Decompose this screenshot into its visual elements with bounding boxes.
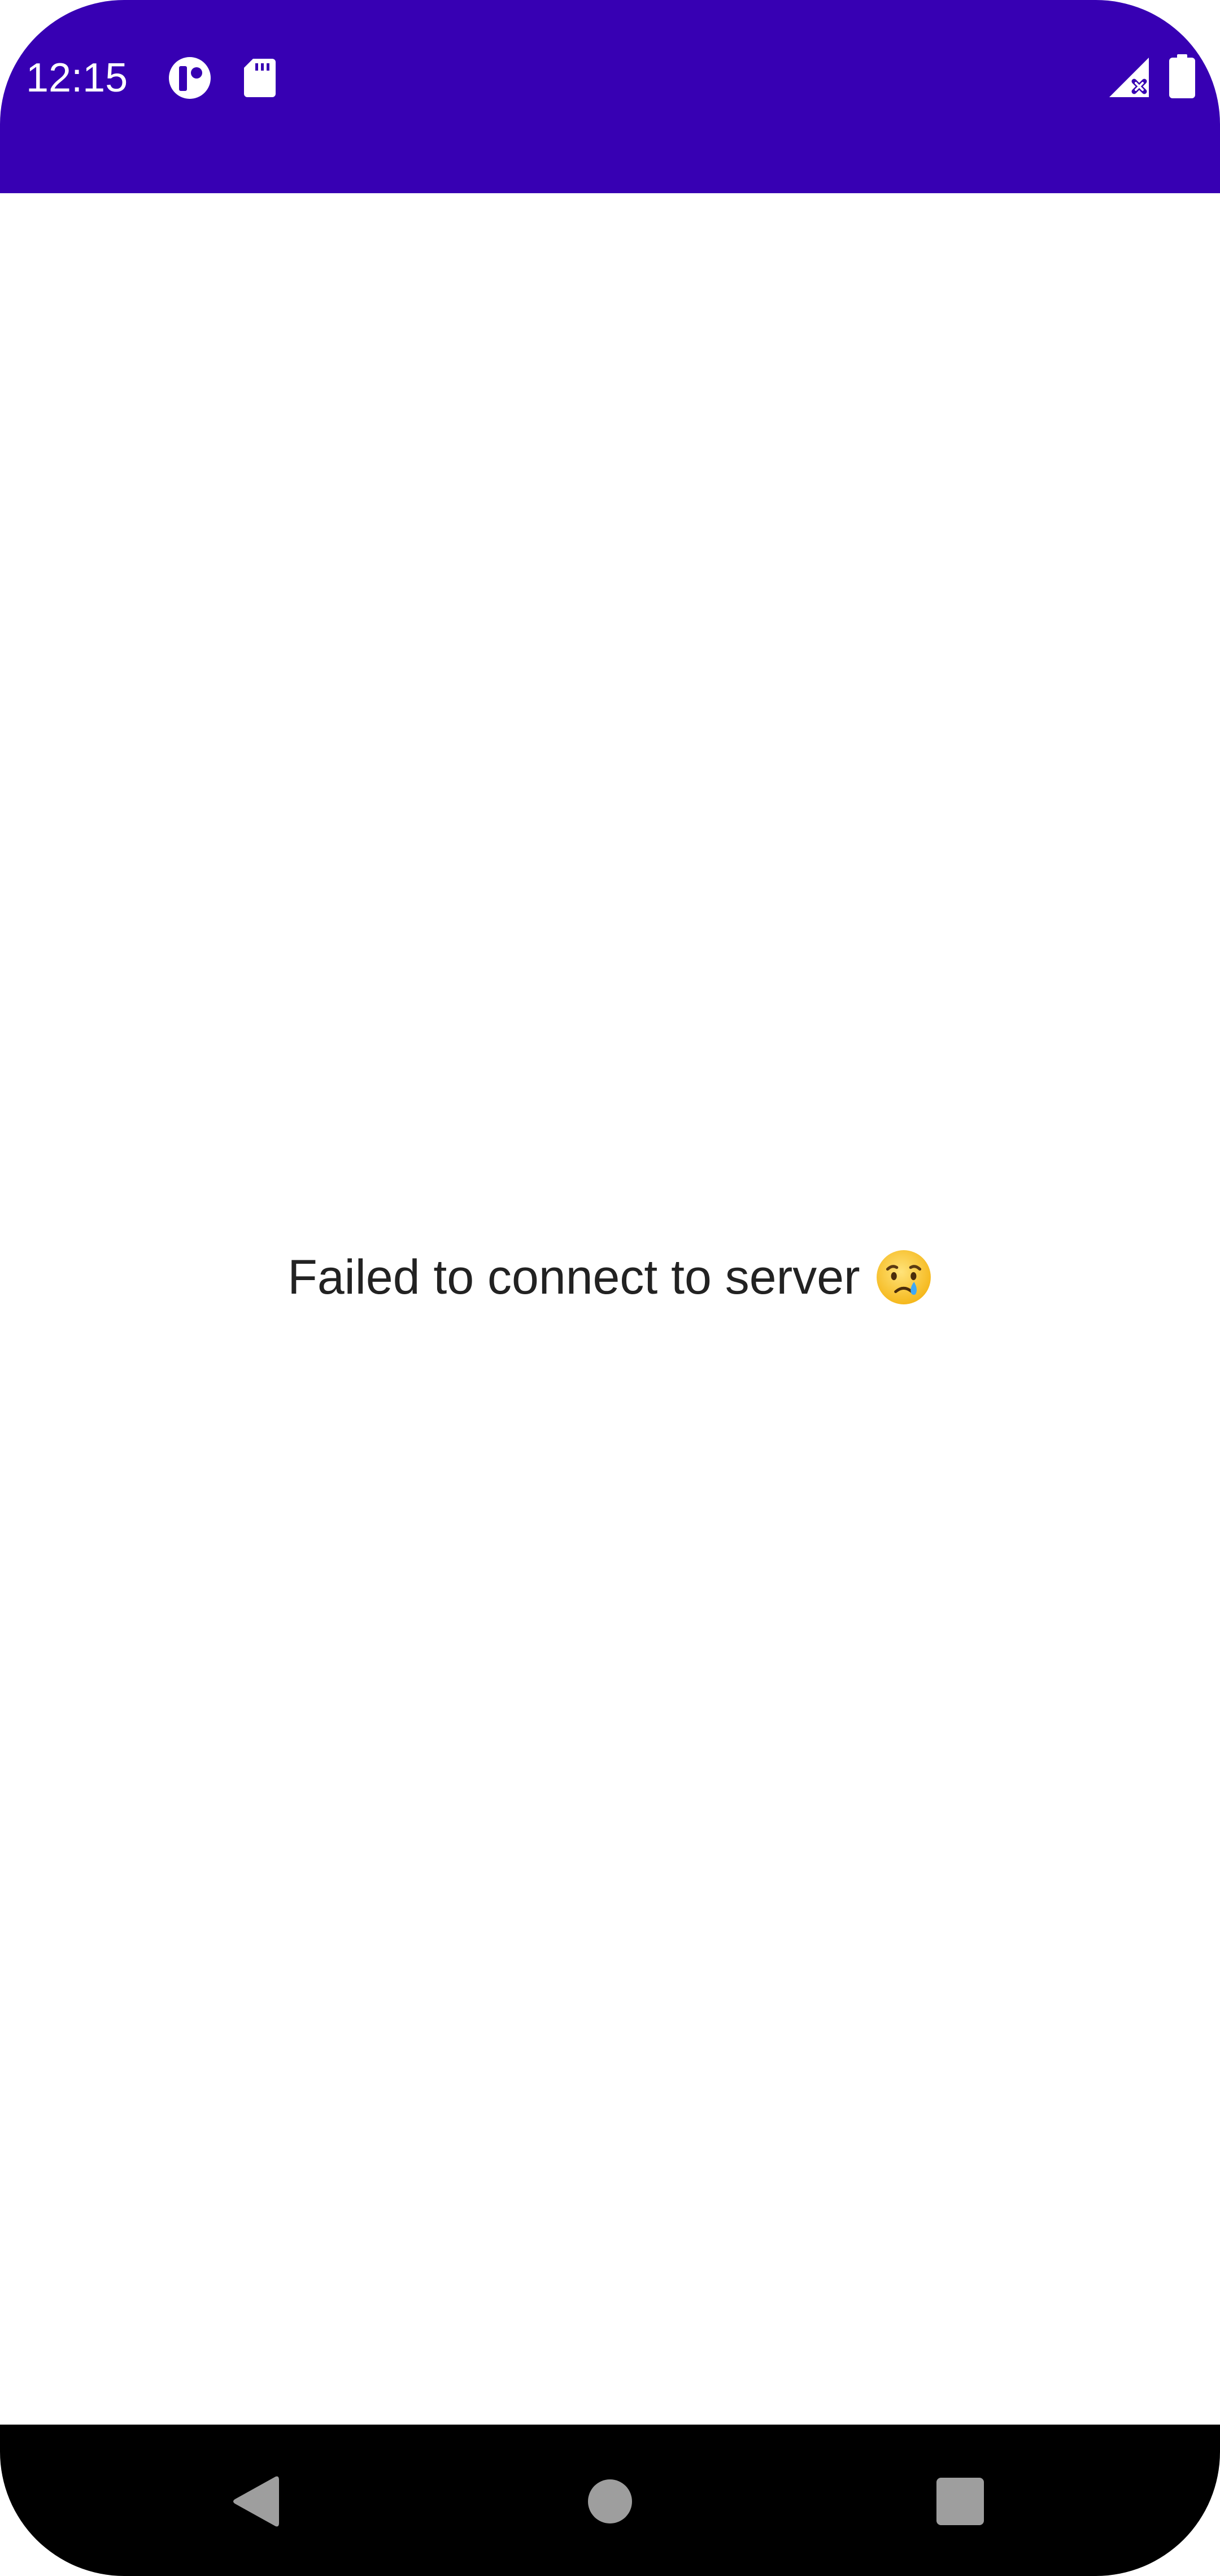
status-bar: 12:15 bbox=[0, 0, 1220, 193]
app-notification-icon bbox=[169, 57, 211, 99]
status-time: 12:15 bbox=[26, 55, 128, 101]
connection-error-message: Failed to connect to server bbox=[0, 1248, 1220, 1306]
home-icon[interactable] bbox=[587, 2479, 633, 2524]
signal-no-service-icon bbox=[1109, 58, 1149, 97]
recents-icon[interactable] bbox=[936, 2478, 984, 2525]
sd-card-icon bbox=[244, 59, 276, 97]
back-icon[interactable] bbox=[230, 2474, 279, 2529]
main-content bbox=[0, 193, 1220, 2425]
error-text: Failed to connect to server bbox=[287, 1250, 860, 1304]
battery-icon bbox=[1169, 54, 1195, 98]
phone-screen: 12:15 Failed to connect to server bbox=[0, 0, 1220, 2576]
crying-face-icon bbox=[876, 1250, 931, 1304]
navigation-bar bbox=[0, 2425, 1220, 2576]
